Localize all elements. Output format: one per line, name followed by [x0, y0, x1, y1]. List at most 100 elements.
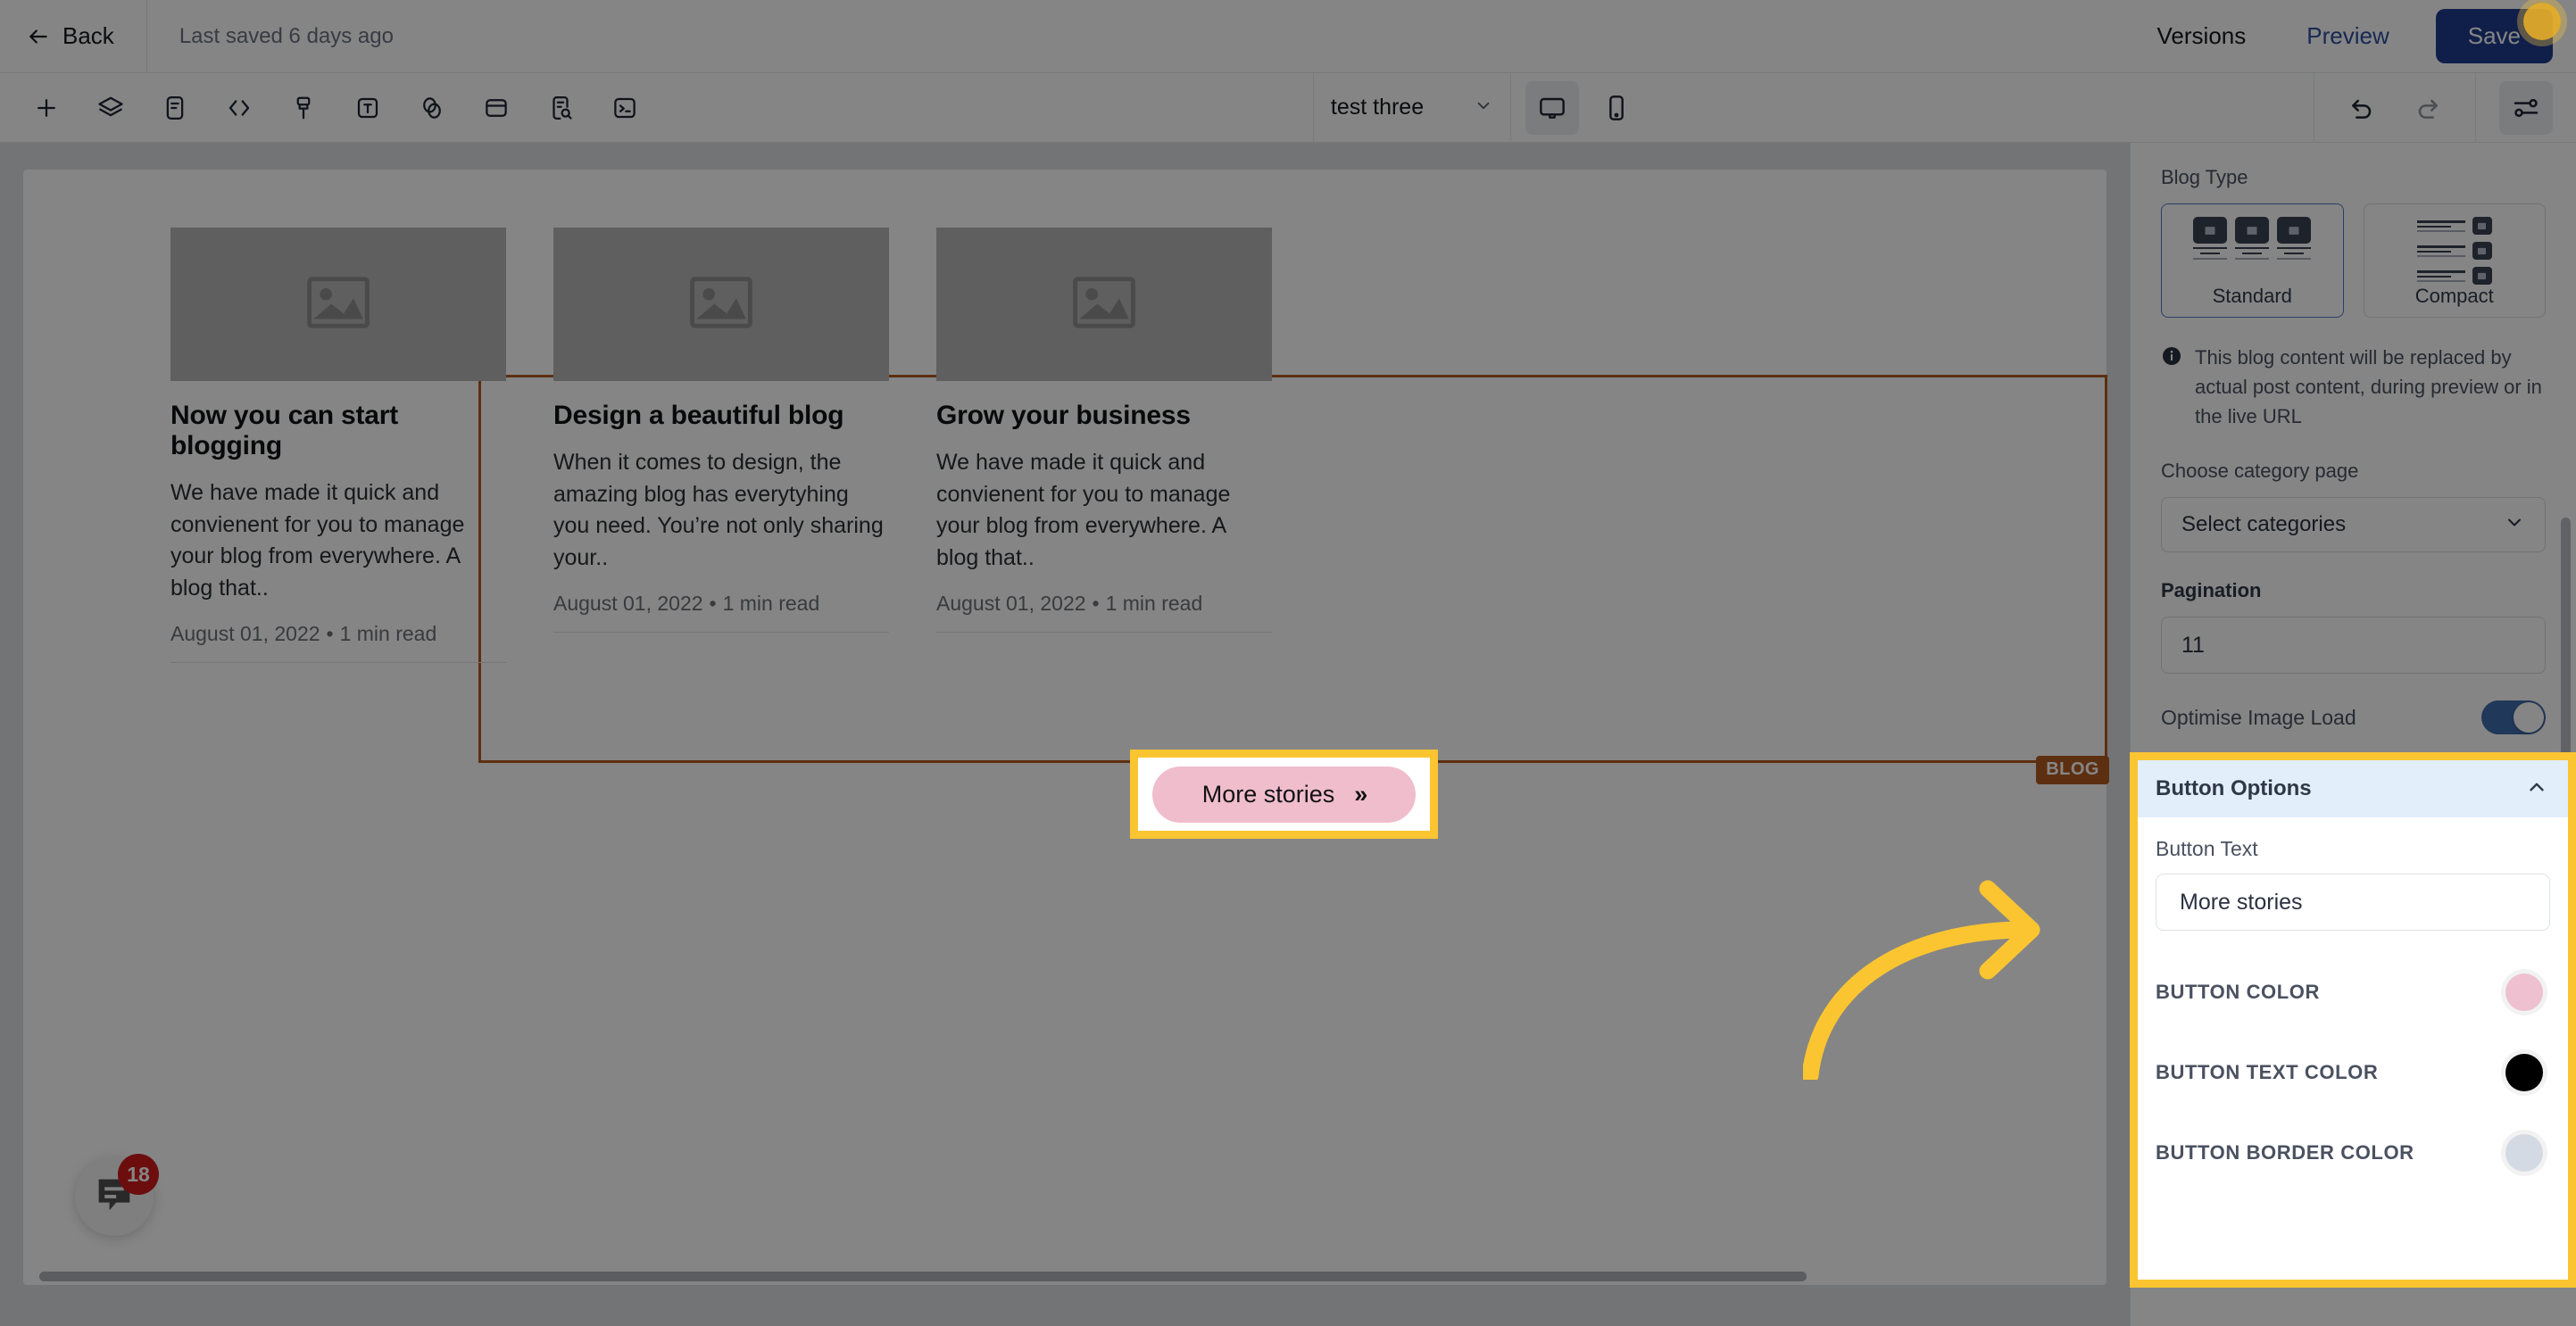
canvas-area[interactable]: BLOG Now you can start blogging We have … [0, 143, 2130, 1326]
history-group [2314, 73, 2475, 143]
button-text-color-swatch[interactable] [2505, 1054, 2543, 1091]
button-options-highlight: Button Options Button Text More stories … [2130, 752, 2576, 1288]
blog-card[interactable]: Now you can start blogging We have made … [170, 228, 506, 663]
cursor-highlight [2523, 3, 2561, 40]
canvas-horizontal-scrollbar[interactable] [39, 1272, 1807, 1281]
meta-separator: • [326, 622, 334, 645]
meta-separator: • [709, 592, 717, 615]
double-chevron-right-icon: » [1354, 780, 1367, 808]
info-message: This blog content will be replaced by ac… [2161, 343, 2546, 431]
blog-type-label: Blog Type [2161, 166, 2248, 188]
colors-icon[interactable] [405, 81, 459, 135]
more-stories-highlight: More stories » [1130, 750, 1438, 839]
chevron-down-icon [2504, 511, 2525, 539]
toolbar-divider [145, 0, 147, 73]
back-button[interactable]: Back [27, 0, 146, 73]
canvas-page: BLOG Now you can start blogging We have … [23, 170, 2109, 1285]
brush-icon[interactable] [277, 81, 330, 135]
card-body: Now you can start blogging We have made … [170, 381, 506, 663]
more-stories-label: More stories [1201, 780, 1335, 808]
blog-card[interactable]: Grow your business We have made it quick… [936, 228, 1272, 663]
category-label: Choose category page [2161, 460, 2359, 482]
chat-unread-badge: 18 [118, 1154, 159, 1195]
card-title: Design a beautiful blog [553, 401, 844, 430]
pages-icon[interactable] [148, 81, 202, 135]
card-meta: August 01, 2022 • 1 min read [936, 592, 1272, 616]
chat-widget[interactable]: 18 [75, 1154, 159, 1236]
toolbar-left-group [0, 73, 657, 143]
arrow-left-icon [27, 25, 50, 48]
text-icon[interactable] [341, 81, 395, 135]
button-text-color-label: BUTTON TEXT COLOR [2156, 1061, 2379, 1084]
more-stories-button[interactable]: More stories » [1151, 766, 1417, 823]
image-placeholder-icon [1071, 275, 1137, 335]
chevron-up-icon[interactable] [2525, 775, 2548, 803]
card-title: Now you can start blogging [170, 401, 398, 460]
card-read-time: 1 min read [1105, 592, 1203, 615]
button-text-label: Button Text [2156, 837, 2258, 860]
button-color-row: BUTTON COLOR [2156, 974, 2550, 1011]
category-select-value: Select categories [2181, 512, 2347, 536]
pagination-label: Pagination [2161, 579, 2262, 601]
card-body: Design a beautiful blog When it comes to… [553, 381, 889, 633]
editor-toolbar: test three [0, 72, 2576, 143]
card-body: Grow your business We have made it quick… [936, 381, 1272, 633]
optimise-image-toggle[interactable] [2481, 700, 2546, 734]
blog-type-compact-label: Compact [2414, 285, 2494, 307]
button-options-header[interactable]: Button Options [2138, 760, 2568, 817]
app-root: Back Last saved 6 days ago Versions Prev… [0, 0, 2576, 1326]
compact-preview-icon [2416, 217, 2492, 285]
card-description: When it comes to design, the amazing blo… [553, 450, 884, 570]
info-icon [2161, 345, 2182, 431]
card-thumbnail [170, 228, 506, 381]
button-border-color-swatch[interactable] [2505, 1134, 2543, 1172]
pagination-input[interactable]: 11 [2161, 617, 2546, 674]
section-badge: BLOG [2036, 756, 2109, 784]
card-description: We have made it quick and convienent for… [170, 480, 465, 601]
blog-type-standard[interactable]: Standard [2161, 203, 2344, 318]
desktop-icon[interactable] [1525, 80, 1579, 135]
meta-separator: • [1092, 592, 1100, 615]
settings-group [2476, 73, 2576, 143]
viewport-switcher [1511, 73, 1658, 143]
blog-type-compact[interactable]: Compact [2363, 203, 2546, 318]
button-color-swatch[interactable] [2505, 974, 2543, 1011]
card-date: August 01, 2022 [553, 592, 703, 615]
chevron-down-icon [1474, 95, 1493, 120]
top-bar-actions: Versions Preview Save [2127, 9, 2576, 63]
blog-card[interactable]: Design a beautiful blog When it comes to… [553, 228, 889, 663]
preview-button[interactable]: Preview [2276, 22, 2419, 50]
versions-button[interactable]: Versions [2127, 22, 2277, 50]
card-thumbnail [553, 228, 889, 381]
blog-type-options: Standard Compact [2161, 203, 2546, 318]
code-icon[interactable] [212, 81, 266, 135]
settings-panel-content: Blog Type Standard Compact This blog con… [2131, 143, 2576, 734]
toggle-knob [2514, 702, 2544, 733]
card-description: We have made it quick and convienent for… [936, 450, 1231, 570]
standard-preview-icon [2193, 217, 2312, 260]
terminal-icon[interactable] [598, 81, 652, 135]
card-date: August 01, 2022 [936, 592, 1086, 615]
add-icon[interactable] [20, 81, 73, 135]
card-read-time: 1 min read [722, 592, 820, 615]
button-text-input[interactable]: More stories [2156, 874, 2550, 931]
card-read-time: 1 min read [339, 622, 437, 645]
blog-cards-row: Now you can start blogging We have made … [170, 228, 1272, 663]
mobile-icon[interactable] [1590, 81, 1643, 135]
layers-icon[interactable] [84, 81, 137, 135]
top-bar: Back Last saved 6 days ago Versions Prev… [0, 0, 2576, 73]
undo-icon[interactable] [2336, 81, 2389, 135]
card-meta: August 01, 2022 • 1 min read [170, 622, 506, 646]
optimise-image-row: Optimise Image Load [2161, 700, 2546, 734]
card-thumbnail [936, 228, 1272, 381]
sliders-icon[interactable] [2499, 80, 2553, 135]
redo-icon[interactable] [2400, 81, 2454, 135]
button-border-color-label: BUTTON BORDER COLOR [2156, 1141, 2414, 1164]
card-meta: August 01, 2022 • 1 min read [553, 592, 889, 616]
seo-icon[interactable] [534, 81, 587, 135]
card-title: Grow your business [936, 401, 1191, 430]
page-selector[interactable]: test three [1314, 95, 1510, 120]
image-placeholder-icon [305, 275, 371, 335]
category-select[interactable]: Select categories [2161, 497, 2546, 552]
layout-icon[interactable] [469, 81, 523, 135]
